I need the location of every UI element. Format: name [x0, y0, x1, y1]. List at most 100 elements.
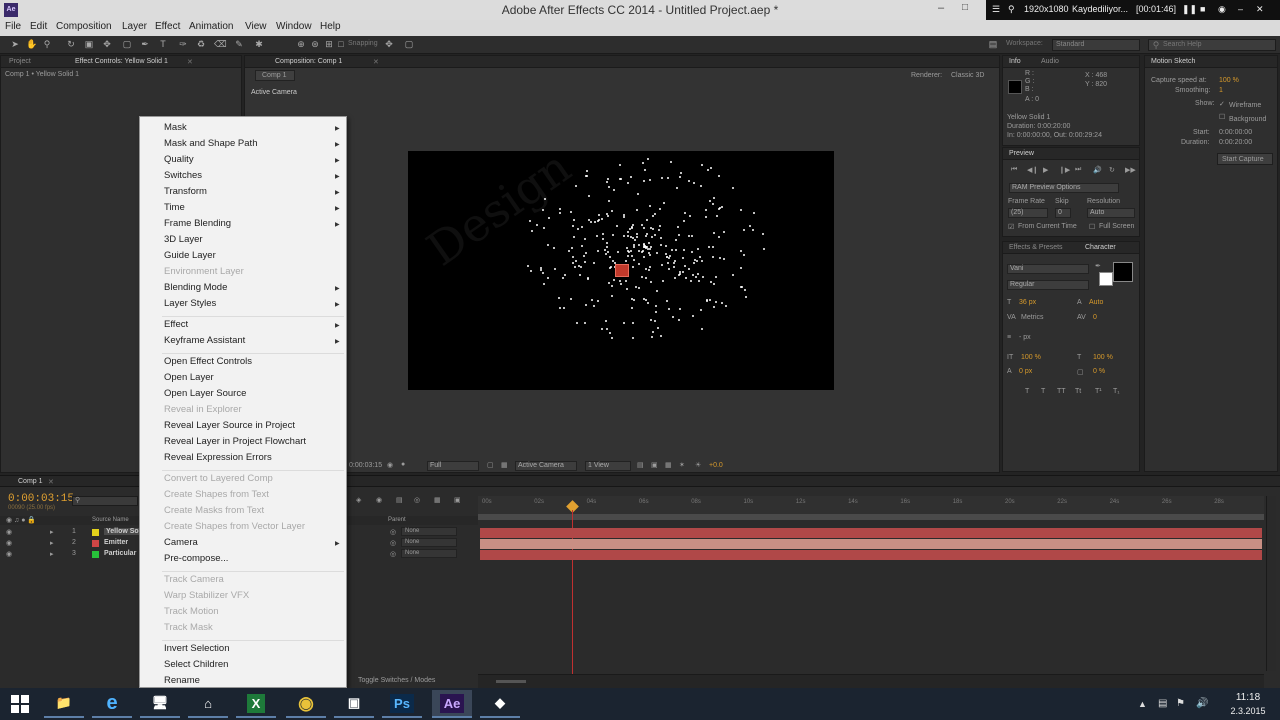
visibility-eye-icon[interactable]: ◉ [6, 550, 12, 558]
layer-duration-bar[interactable] [480, 539, 1262, 549]
rotate-tool-icon[interactable]: ↻ [66, 39, 76, 49]
taskbar-home[interactable]: ⌂ [188, 690, 228, 718]
layer-name[interactable]: Emitter [104, 539, 128, 546]
tab-comp-timeline[interactable]: Comp 1 [18, 478, 43, 485]
layer-label-color[interactable] [92, 540, 99, 547]
taskbar-chrome[interactable]: ◉ [286, 690, 326, 718]
parent-header[interactable]: Parent [388, 517, 406, 523]
tab-motion-sketch[interactable]: Motion Sketch [1151, 58, 1195, 65]
close-composition-icon[interactable]: ✕ [373, 58, 379, 66]
workspace-dropdown[interactable]: Standard [1052, 39, 1140, 51]
context-menu-item[interactable]: Reveal Layer Source in Project [164, 420, 295, 431]
zoom-tool-icon[interactable]: ⚲ [42, 39, 52, 49]
pick-whip-icon[interactable]: ◎ [390, 550, 396, 558]
font-style-dropdown[interactable]: Regular [1007, 280, 1089, 290]
work-area-bar[interactable] [478, 514, 1264, 520]
pick-whip-icon[interactable]: ◎ [390, 528, 396, 536]
menu-composition[interactable]: Composition [56, 21, 112, 32]
mute-audio-icon[interactable]: 🔊 [1093, 166, 1102, 174]
context-menu-item[interactable]: Camera [164, 537, 198, 548]
small-caps-icon[interactable]: Tt [1075, 388, 1081, 395]
show-hidden-icons-icon[interactable]: ▲ [1138, 699, 1147, 709]
yellow-solid-layer-handle[interactable] [615, 264, 629, 277]
context-menu-item[interactable]: Reveal Layer in Project Flowchart [164, 436, 306, 447]
start-capture-button[interactable]: Start Capture [1217, 153, 1273, 165]
recorder-minimize-icon[interactable]: – [1238, 4, 1243, 14]
frame-blending-icon[interactable]: ▤ [396, 496, 403, 504]
recorder-close-icon[interactable]: ✕ [1256, 4, 1264, 15]
start-button[interactable] [0, 690, 40, 718]
ram-preview-icon[interactable]: ▶▶ [1125, 166, 1136, 174]
hand-tool-icon[interactable]: ✋ [26, 39, 37, 49]
context-menu-item[interactable]: Blending Mode [164, 282, 227, 293]
views-layout-dropdown[interactable]: 1 View [585, 461, 631, 471]
full-screen-checkbox[interactable]: ☐ [1089, 223, 1095, 231]
transparency-grid-icon[interactable]: ▦ [501, 461, 508, 469]
recorder-menu-icon[interactable]: ☰ [992, 4, 1000, 15]
layer-duration-bar[interactable] [480, 550, 1262, 560]
pan-behind-tool-icon[interactable]: ✥ [102, 39, 112, 49]
context-menu-item[interactable]: Open Layer Source [164, 388, 246, 399]
taskbar-media[interactable]: ▣ [334, 690, 374, 718]
resolution-dropdown[interactable]: Full [427, 461, 479, 471]
brainstorm-icon[interactable]: ▣ [454, 496, 461, 504]
menu-edit[interactable]: Edit [30, 21, 47, 32]
parent-dropdown[interactable]: None [401, 549, 457, 558]
zoom-slider[interactable] [496, 680, 526, 683]
tab-character[interactable]: Character [1085, 244, 1116, 251]
context-menu-item[interactable]: Pre-compose... [164, 553, 228, 564]
context-menu-item[interactable]: Frame Blending [164, 218, 231, 229]
draft-3d-icon[interactable]: ◈ [356, 496, 361, 504]
wireframe-checkbox[interactable]: ✓ [1219, 100, 1225, 108]
leading-value[interactable]: Auto [1089, 299, 1103, 306]
exposure-value[interactable]: +0.0 [709, 462, 723, 469]
selection-tool-icon[interactable]: ➤ [10, 39, 20, 49]
faux-italic-icon[interactable]: T [1041, 388, 1045, 395]
tracking-value[interactable]: 0 [1093, 314, 1097, 321]
first-frame-icon[interactable]: ⏮ [1011, 166, 1017, 174]
from-current-time-checkbox[interactable]: ☑ [1008, 223, 1014, 231]
fast-previews-icon[interactable]: ▣ [651, 461, 658, 469]
previous-frame-icon[interactable]: ◀❙ [1027, 166, 1038, 174]
layer-label-color[interactable] [92, 551, 99, 558]
ram-preview-options-dropdown[interactable]: RAM Preview Options [1009, 183, 1119, 193]
camera-icon[interactable]: ◉ [1218, 4, 1226, 15]
kerning-value[interactable]: Metrics [1021, 314, 1044, 321]
pause-icon[interactable]: ❚❚ [1182, 4, 1197, 15]
superscript-icon[interactable]: T¹ [1095, 388, 1102, 395]
faux-bold-icon[interactable]: T [1025, 388, 1029, 395]
snapping-edges-icon[interactable]: ▢ [404, 39, 414, 49]
recorder-search-icon[interactable]: ⚲ [1008, 4, 1015, 15]
loop-icon[interactable]: ↻ [1109, 166, 1115, 174]
workspace-icon[interactable]: ▤ [988, 39, 998, 49]
search-help-input[interactable]: Search Help [1148, 39, 1276, 51]
baseline-shift-value[interactable]: 0 px [1019, 368, 1032, 375]
stroke-width-value[interactable]: - px [1019, 334, 1031, 341]
comp-sub-tab[interactable]: Comp 1 [255, 70, 295, 81]
context-menu-item[interactable]: Invert Selection [164, 643, 229, 654]
taskbar-excel[interactable]: X [236, 690, 276, 718]
pick-whip-icon[interactable]: ◎ [390, 539, 396, 547]
time-ruler[interactable]: 00s 02s 04s 06s 08s 10s 12s 14s 16s 18s 20s 22s 24s 2… [478, 496, 1276, 514]
stroke-color-swatch[interactable] [1099, 272, 1113, 286]
taskbar-computer[interactable]: 🖥 [140, 690, 180, 718]
layer-label-color[interactable] [92, 529, 99, 536]
stop-icon[interactable]: ■ [1200, 4, 1205, 14]
parent-dropdown[interactable]: None [401, 527, 457, 536]
current-time-display[interactable]: 0:00:03:15 [8, 493, 74, 505]
volume-icon[interactable]: 🔊 [1196, 698, 1208, 709]
background-checkbox[interactable]: ☐ [1219, 113, 1225, 121]
local-axis-icon[interactable]: ⊕ [296, 39, 306, 49]
hide-shy-layers-icon[interactable]: ◉ [376, 496, 382, 504]
play-icon[interactable]: ▶ [1043, 166, 1048, 174]
tab-composition[interactable]: Composition: Comp 1 [275, 58, 342, 65]
view-axis-icon[interactable]: ⊞ [324, 39, 334, 49]
timeline-search-input[interactable] [72, 496, 138, 506]
context-menu-item[interactable]: Open Effect Controls [164, 356, 252, 367]
next-frame-icon[interactable]: ❙▶ [1059, 166, 1070, 174]
world-axis-icon[interactable]: ⊛ [310, 39, 320, 49]
snapshot-icon[interactable]: ◉ [387, 461, 393, 469]
context-menu-item[interactable]: Rename [164, 675, 200, 686]
menu-help[interactable]: Help [320, 21, 341, 32]
menu-window[interactable]: Window [276, 21, 312, 32]
